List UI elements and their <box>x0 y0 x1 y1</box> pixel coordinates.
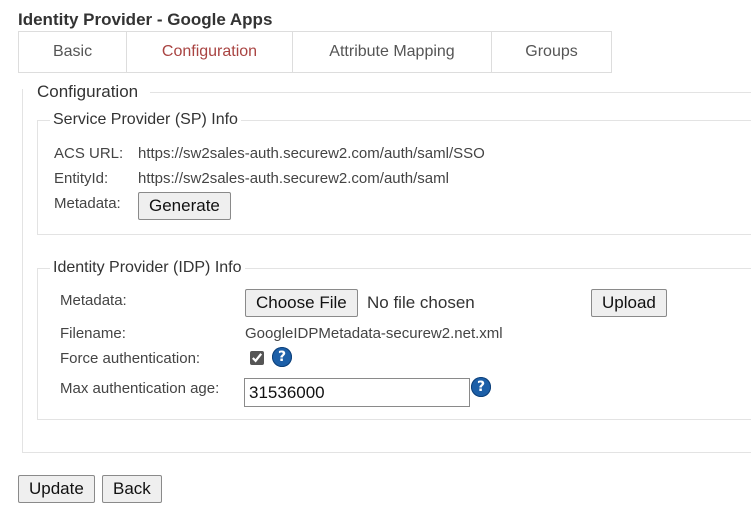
filename-label: Filename: <box>60 325 126 342</box>
sp-metadata-label: Metadata: <box>54 195 121 212</box>
idp-metadata-label: Metadata: <box>60 292 127 309</box>
filename-value: GoogleIDPMetadata-securew2.net.xml <box>245 325 503 342</box>
configuration-legend: Configuration <box>37 82 139 101</box>
generate-button[interactable]: Generate <box>138 192 231 220</box>
help-circle-icon[interactable]: ? <box>471 377 491 397</box>
no-file-chosen-text: No file chosen <box>367 293 475 312</box>
configuration-panel-top-border <box>150 92 751 93</box>
tab-attribute-mapping[interactable]: Attribute Mapping <box>293 31 492 73</box>
force-authentication-checkbox[interactable] <box>250 351 264 365</box>
back-button[interactable]: Back <box>102 475 162 503</box>
sp-info-legend: Service Provider (SP) Info <box>50 111 241 129</box>
choose-file-button[interactable]: Choose File <box>245 289 358 317</box>
tab-groups[interactable]: Groups <box>492 31 612 73</box>
max-auth-age-label: Max authentication age: <box>60 380 220 397</box>
update-button[interactable]: Update <box>18 475 95 503</box>
entity-id-value: https://sw2sales-auth.securew2.com/auth/… <box>138 170 449 187</box>
acs-url-label: ACS URL: <box>54 145 124 162</box>
tab-bar: Basic Configuration Attribute Mapping Gr… <box>18 31 612 73</box>
page-title: Identity Provider - Google Apps <box>18 10 273 29</box>
entity-id-label: EntityId: <box>54 170 109 187</box>
tab-basic[interactable]: Basic <box>18 31 127 73</box>
force-authentication-label: Force authentication: <box>60 350 201 367</box>
max-auth-age-input[interactable] <box>244 378 470 407</box>
acs-url-value: https://sw2sales-auth.securew2.com/auth/… <box>138 145 485 162</box>
help-circle-icon[interactable]: ? <box>272 347 292 367</box>
upload-button[interactable]: Upload <box>591 289 667 317</box>
tab-configuration[interactable]: Configuration <box>127 31 293 73</box>
idp-info-legend: Identity Provider (IDP) Info <box>50 259 245 277</box>
